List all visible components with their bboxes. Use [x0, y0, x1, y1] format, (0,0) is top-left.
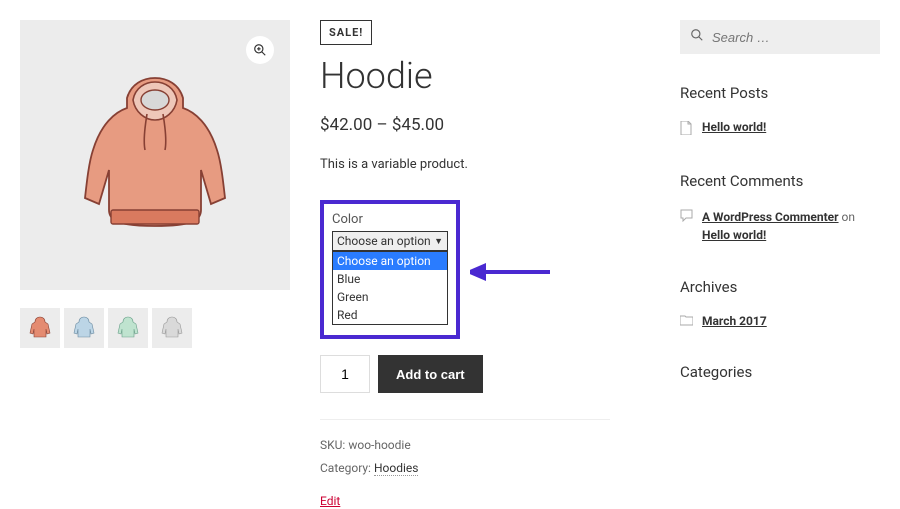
- category-label: Category:: [320, 461, 374, 475]
- color-option-blue[interactable]: Blue: [333, 270, 447, 288]
- color-option-red[interactable]: Red: [333, 306, 447, 324]
- sale-badge: SALE!: [320, 20, 372, 45]
- categories-heading: Categories: [680, 363, 880, 381]
- zoom-icon[interactable]: [246, 36, 274, 64]
- search-icon: [690, 28, 704, 46]
- widget-categories: Categories: [680, 363, 880, 381]
- search-input[interactable]: [712, 30, 870, 45]
- color-option-green[interactable]: Green: [333, 288, 447, 306]
- search-box[interactable]: [680, 20, 880, 54]
- comment-post-link[interactable]: Hello world!: [702, 228, 766, 242]
- document-icon: [680, 121, 694, 138]
- color-select-value: Choose an option: [337, 234, 431, 248]
- variation-highlight-box: Color Choose an option ▼ Choose an optio…: [320, 200, 460, 339]
- comment-icon: [680, 209, 694, 225]
- recent-post-link[interactable]: Hello world!: [702, 120, 766, 134]
- category-link[interactable]: Hoodies: [374, 461, 419, 476]
- edit-link[interactable]: Edit: [320, 494, 340, 508]
- product-description: This is a variable product.: [320, 157, 610, 172]
- product-meta: SKU: woo-hoodie Category: Hoodies: [320, 419, 610, 480]
- color-option-placeholder[interactable]: Choose an option: [333, 252, 447, 270]
- thumbnail-0[interactable]: [20, 308, 60, 348]
- product-thumbnails: [20, 308, 290, 348]
- sku-label: SKU:: [320, 438, 348, 452]
- sku-value: woo-hoodie: [348, 438, 410, 452]
- widget-recent-posts: Recent Posts Hello world!: [680, 84, 880, 138]
- annotation-arrow: [470, 262, 550, 282]
- recent-posts-heading: Recent Posts: [680, 84, 880, 102]
- quantity-input[interactable]: [320, 355, 370, 393]
- thumbnail-2[interactable]: [108, 308, 148, 348]
- archives-heading: Archives: [680, 278, 880, 296]
- product-main-image: [20, 20, 290, 290]
- hoodie-illustration: [75, 70, 235, 240]
- color-select[interactable]: Choose an option ▼: [332, 231, 448, 251]
- widget-archives: Archives March 2017: [680, 278, 880, 329]
- archive-link[interactable]: March 2017: [702, 314, 767, 328]
- variation-label: Color: [332, 212, 448, 227]
- color-select-dropdown: Choose an option Blue Green Red: [332, 251, 448, 325]
- recent-comment-text: A WordPress Commenter on Hello world!: [702, 208, 880, 244]
- recent-comments-heading: Recent Comments: [680, 172, 880, 190]
- comment-author-link[interactable]: A WordPress Commenter: [702, 210, 839, 224]
- thumbnail-1[interactable]: [64, 308, 104, 348]
- thumbnail-3[interactable]: [152, 308, 192, 348]
- add-to-cart-button[interactable]: Add to cart: [378, 355, 483, 393]
- product-price: $42.00 – $45.00: [320, 115, 610, 135]
- chevron-down-icon: ▼: [434, 236, 443, 247]
- folder-icon: [680, 315, 694, 329]
- product-title: Hoodie: [320, 55, 610, 97]
- widget-recent-comments: Recent Comments A WordPress Commenter on…: [680, 172, 880, 244]
